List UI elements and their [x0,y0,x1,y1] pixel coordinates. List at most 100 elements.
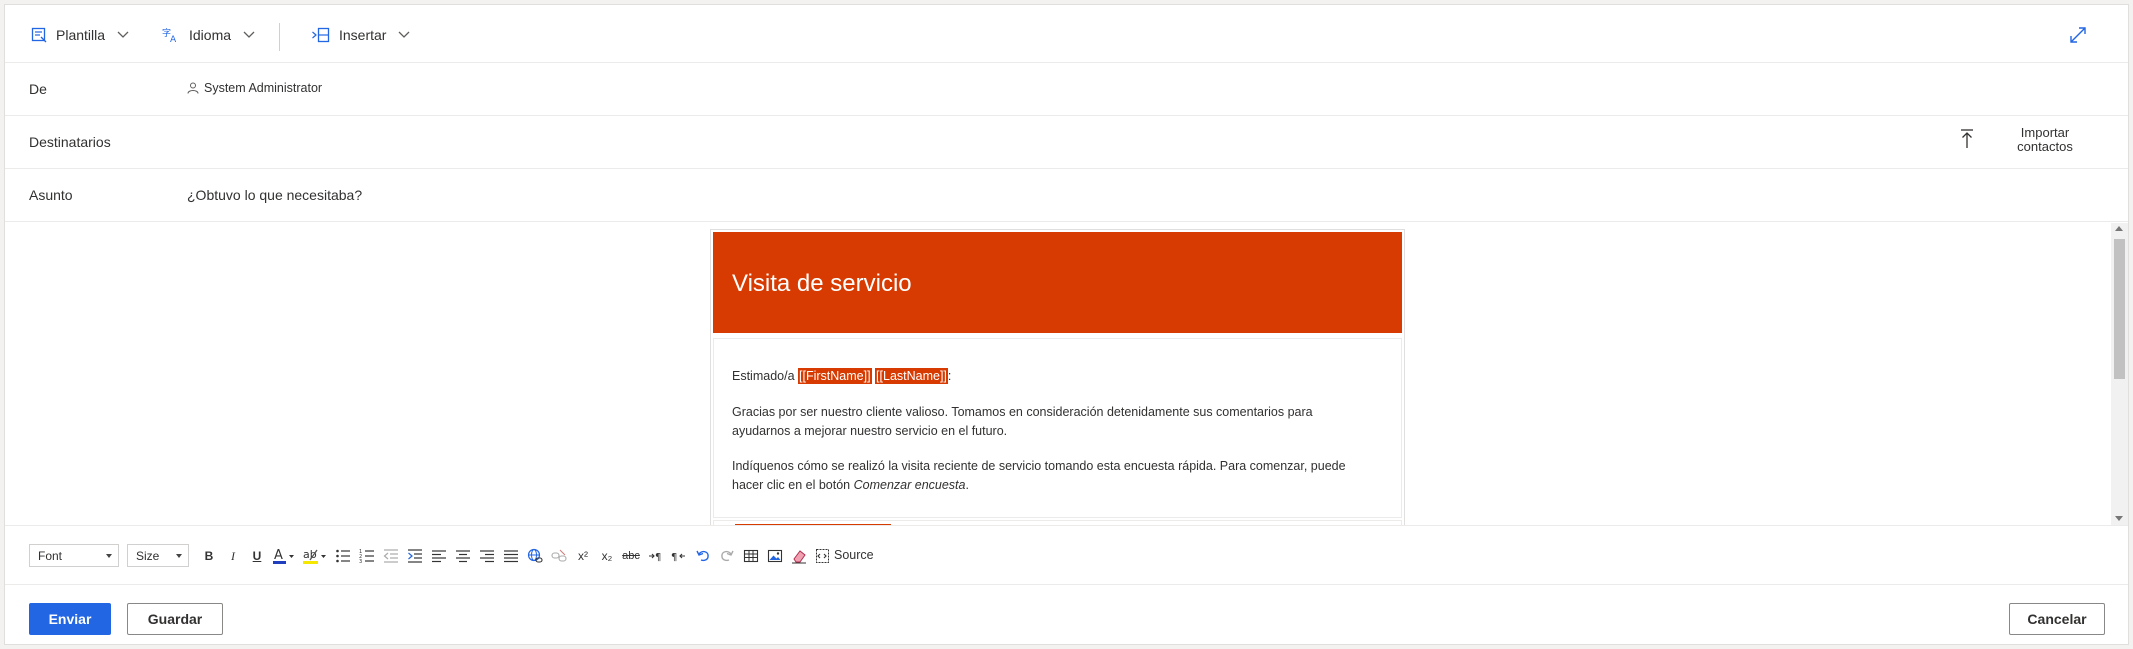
greeting-prefix: Estimado/a [732,369,799,383]
person-icon [187,82,199,94]
scroll-up-icon[interactable] [2115,226,2123,231]
language-icon: 字 A [162,27,177,43]
redo-icon [721,550,734,562]
align-right-icon [480,550,494,563]
editor-scrollbar[interactable] [2111,223,2128,525]
ltr-button[interactable]: ¶ [645,546,665,566]
chevron-down-icon [399,31,410,38]
email-content: Estimado/a [[FirstName]] [[LastName]]: G… [713,338,1402,518]
link-icon [527,548,543,563]
size-select[interactable]: Size [127,544,189,567]
ltr-icon: ¶ [649,552,661,563]
upload-icon[interactable] [1956,126,1978,152]
source-icon [816,549,829,563]
bullet-list-icon [336,549,350,563]
template-label: Plantilla [56,27,106,43]
expand-icon[interactable] [2068,25,2088,45]
footer-bar: Enviar Guardar Cancelar [5,586,2128,646]
last-name-tag: [[LastName]] [875,368,948,384]
numbered-list-icon: 1 2 3 [359,549,374,564]
insert-button[interactable]: Insertar [312,23,410,47]
template-icon [31,27,47,43]
text-color-button[interactable]: A [271,546,297,566]
save-button[interactable]: Guardar [127,603,223,635]
from-value[interactable]: System Administrator [187,81,322,95]
paragraph-2-end: . [965,478,969,492]
justify-icon [504,550,518,563]
remove-link-button[interactable] [549,546,569,566]
send-button[interactable]: Enviar [29,603,111,635]
redo-button[interactable] [717,546,737,566]
email-template: Visita de servicio Estimado/a [[FirstNam… [710,229,1405,525]
svg-text:A: A [170,35,177,43]
bold-button[interactable]: B [199,546,219,566]
italic-button[interactable]: I [223,546,243,566]
undo-button[interactable] [693,546,713,566]
scroll-thumb[interactable] [2114,239,2125,379]
language-button[interactable]: 字 A Idioma [162,23,255,47]
chevron-down-icon [117,31,129,38]
unlink-icon [551,549,567,562]
svg-text:ab: ab [303,548,317,561]
recipients-row[interactable]: Destinatarios Importar contactos [5,116,2128,169]
strikethrough-button[interactable]: abc [621,546,641,566]
outdent-icon [383,549,398,563]
insert-link-button[interactable] [525,546,545,566]
source-button[interactable] [813,546,833,566]
command-separator [279,23,280,51]
paragraph-2: Indíquenos cómo se realizó la visita rec… [732,457,1372,495]
increase-indent-button[interactable] [405,546,425,566]
from-row: De System Administrator [5,63,2128,116]
svg-text:¶: ¶ [671,552,677,563]
greeting-suffix: : [947,369,952,383]
language-label: Idioma [189,27,232,43]
highlight-color-button[interactable]: ab [301,546,329,566]
import-label-line1: Importar [2020,125,2070,140]
first-name-tag: [[FirstName]] [798,368,872,384]
numbered-list-button[interactable]: 1 2 3 [357,546,377,566]
subject-input[interactable]: ¿Obtuvo lo que necesitaba? [187,187,362,203]
svg-text:3: 3 [359,559,362,564]
align-center-button[interactable] [453,546,473,566]
paragraph-1: Gracias por ser nuestro cliente valioso.… [732,405,1313,438]
command-bar: Plantilla 字 A Idioma Insertar [5,5,2128,63]
size-select-label: Size [136,549,160,563]
from-label: De [29,81,47,97]
formatting-toolbar: Font Size B I U A ab 1 2 3 x² x₂ abc ¶ ¶… [5,525,2128,585]
align-right-button[interactable] [477,546,497,566]
justify-button[interactable] [501,546,521,566]
email-body-editor[interactable]: Visita de servicio Estimado/a [[FirstNam… [5,223,2109,525]
chevron-down-icon [243,31,255,38]
font-select-label: Font [38,549,63,563]
align-center-icon [456,550,470,563]
rtl-button[interactable]: ¶ [669,546,689,566]
align-left-button[interactable] [429,546,449,566]
bulleted-list-button[interactable] [333,546,353,566]
indent-icon [408,549,422,563]
table-icon [743,549,759,563]
undo-icon [696,550,709,562]
rtl-icon: ¶ [671,552,685,563]
caret-down-icon [106,554,112,558]
underline-button[interactable]: U [247,546,267,566]
template-button[interactable]: Plantilla [31,23,129,47]
insert-table-button[interactable] [741,546,761,566]
scroll-down-icon[interactable] [2115,516,2123,521]
image-icon [767,549,783,563]
insert-image-button[interactable] [765,546,785,566]
paragraph-2-text: Indíquenos cómo se realizó la visita rec… [732,459,1346,492]
subscript-button[interactable]: x₂ [597,546,617,566]
subject-row: Asunto ¿Obtuvo lo que necesitaba? [5,169,2128,222]
decrease-indent-button[interactable] [381,546,401,566]
highlight-icon: ab [303,548,326,564]
email-banner: Visita de servicio [713,232,1402,333]
paragraph-2-em: Comenzar encuesta [853,478,966,492]
remove-format-button[interactable] [789,546,809,566]
text-color-icon: A [273,548,294,564]
import-contacts-button[interactable]: Importar contactos [1995,126,2095,154]
font-select[interactable]: Font [29,544,119,567]
source-label[interactable]: Source [834,548,874,562]
superscript-button[interactable]: x² [573,546,593,566]
cancel-button[interactable]: Cancelar [2009,603,2105,635]
greeting-line: Estimado/a [[FirstName]] [[LastName]]: [732,367,951,386]
